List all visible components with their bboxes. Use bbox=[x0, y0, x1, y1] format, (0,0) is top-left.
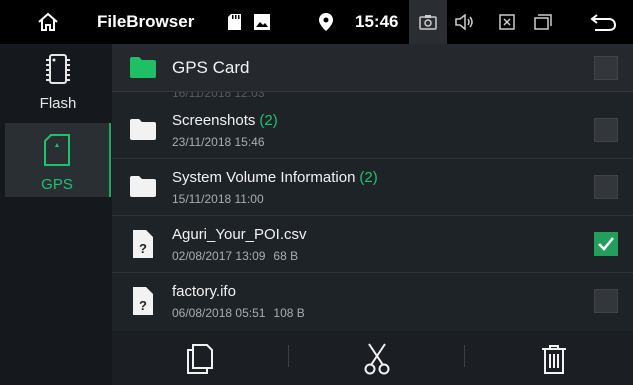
item-name: factory.ifo bbox=[172, 283, 236, 300]
svg-text:?: ? bbox=[139, 298, 147, 313]
item-meta: 02/08/2017 13:09 68 B bbox=[172, 249, 298, 263]
item-checkbox[interactable] bbox=[594, 175, 618, 199]
item-checkbox[interactable] bbox=[594, 118, 618, 142]
item-checkbox[interactable] bbox=[594, 232, 618, 256]
image-icon bbox=[251, 0, 273, 44]
sd-card-icon bbox=[224, 0, 244, 44]
volume-icon[interactable] bbox=[451, 0, 479, 44]
delete-button[interactable] bbox=[534, 339, 574, 379]
list-item[interactable]: Screenshots (2) 23/11/2018 15:46 bbox=[112, 102, 633, 159]
item-size: 68 B bbox=[273, 249, 299, 263]
bottom-toolbar bbox=[112, 331, 633, 385]
item-name: Aguri_Your_POI.csv bbox=[172, 226, 307, 243]
list-item[interactable]: ? Aguri_Your_POI.csv 02/08/2017 13:09 68 … bbox=[112, 216, 633, 273]
item-size: 108 B bbox=[273, 306, 305, 320]
folder-icon bbox=[130, 175, 156, 202]
sidebar-item-flash[interactable]: Flash bbox=[5, 52, 111, 118]
screenshot-icon[interactable] bbox=[409, 0, 447, 44]
item-name-text: Screenshots bbox=[172, 112, 256, 129]
location-pin-icon bbox=[316, 0, 336, 44]
chip-icon bbox=[43, 52, 73, 91]
item-date: 15/11/2018 11:00 bbox=[172, 192, 264, 206]
cut-button[interactable] bbox=[357, 339, 397, 379]
list-item[interactable]: System Volume Information (2) 15/11/2018 … bbox=[112, 159, 633, 216]
windows-icon[interactable] bbox=[529, 0, 557, 44]
item-name-text: System Volume Information bbox=[172, 169, 356, 186]
item-count: (2) bbox=[359, 169, 378, 186]
unknown-file-icon: ? bbox=[133, 287, 153, 320]
item-date: 02/08/2017 13:09 bbox=[172, 249, 266, 263]
location-title: GPS Card bbox=[172, 58, 250, 77]
status-bar: FileBrowser 15:46 bbox=[0, 0, 633, 44]
item-count: (2) bbox=[259, 112, 278, 129]
svg-text:?: ? bbox=[139, 241, 147, 256]
clock: 15:46 bbox=[355, 12, 399, 31]
copy-button[interactable] bbox=[180, 339, 220, 379]
item-name-text: factory.ifo bbox=[172, 283, 236, 300]
item-name: System Volume Information (2) bbox=[172, 169, 378, 186]
checkmark-icon bbox=[598, 237, 614, 251]
item-checkbox[interactable] bbox=[594, 289, 618, 313]
divider bbox=[464, 345, 465, 367]
cut-icon bbox=[364, 343, 390, 375]
item-name: Screenshots (2) bbox=[172, 112, 278, 129]
close-box-icon[interactable] bbox=[493, 0, 521, 44]
app-title: FileBrowser bbox=[97, 12, 195, 31]
home-icon[interactable] bbox=[30, 0, 66, 44]
item-meta: 06/08/2018 05:51 108 B bbox=[172, 306, 305, 320]
file-list: GPS Card 16/11/2018 12:03 Screenshots (2)… bbox=[112, 44, 633, 331]
sidebar: Flash GPS bbox=[0, 44, 112, 385]
unknown-file-icon: ? bbox=[133, 230, 153, 263]
select-all-checkbox[interactable] bbox=[594, 56, 618, 80]
folder-icon bbox=[130, 118, 156, 145]
sidebar-item-gps[interactable]: GPS bbox=[5, 123, 111, 197]
copy-icon bbox=[187, 344, 213, 374]
back-icon[interactable] bbox=[583, 0, 623, 44]
delete-icon bbox=[542, 345, 566, 374]
list-item[interactable]: ? factory.ifo 06/08/2018 05:51 108 B bbox=[112, 273, 633, 330]
sidebar-item-label: Flash bbox=[39, 95, 77, 112]
list-header[interactable]: GPS Card bbox=[112, 44, 633, 92]
folder-icon bbox=[130, 56, 156, 83]
sidebar-item-label: GPS bbox=[41, 176, 73, 193]
item-date: 06/08/2018 05:51 bbox=[172, 306, 266, 320]
item-name-text: Aguri_Your_POI.csv bbox=[172, 226, 307, 243]
divider bbox=[288, 345, 289, 367]
sd-card-icon bbox=[43, 133, 71, 172]
item-date: 23/11/2018 15:46 bbox=[172, 135, 265, 149]
